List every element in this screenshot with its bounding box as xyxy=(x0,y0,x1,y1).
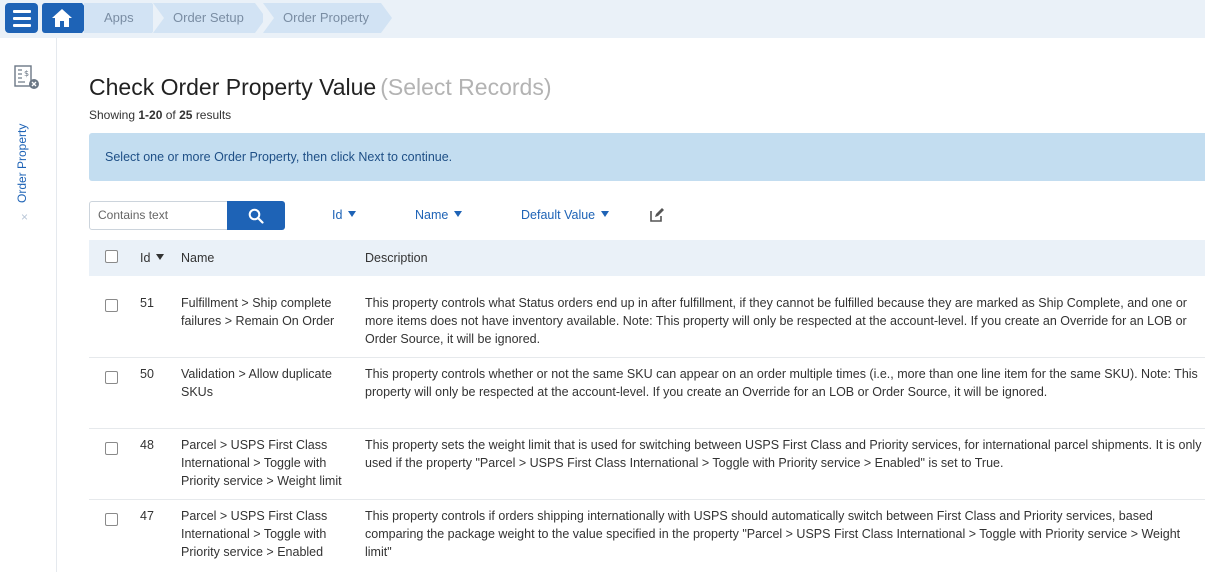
close-icon[interactable]: × xyxy=(21,210,28,224)
row-description: This property controls what Status order… xyxy=(365,296,1187,346)
showing-total: 25 xyxy=(179,108,193,122)
column-header-label: Id xyxy=(140,251,151,265)
breadcrumb-label: Apps xyxy=(104,10,134,25)
home-icon[interactable] xyxy=(42,3,82,33)
breadcrumb-label: Order Setup xyxy=(173,10,244,25)
showing-of: of xyxy=(165,108,176,122)
page-subtitle: (Select Records) xyxy=(380,74,552,100)
row-description: This property controls if orders shippin… xyxy=(365,509,1181,559)
row-description: This property controls whether or not th… xyxy=(365,367,1198,399)
filter-default-value[interactable]: Default Value xyxy=(521,208,610,222)
breadcrumb-order-setup[interactable]: Order Setup xyxy=(153,3,266,33)
breadcrumb-order-property[interactable]: Order Property xyxy=(263,3,392,33)
sidebar-label[interactable]: Order Property xyxy=(15,124,29,203)
showing-suffix: results xyxy=(195,108,232,122)
column-header-name[interactable]: Name xyxy=(181,251,214,265)
filter-id[interactable]: Id xyxy=(332,208,357,222)
chevron-down-icon xyxy=(601,211,610,217)
row-id: 48 xyxy=(140,438,154,452)
filter-label: Id xyxy=(332,208,343,222)
menu-icon[interactable] xyxy=(5,3,38,33)
row-checkbox[interactable] xyxy=(105,442,118,455)
page-title-text: Check Order Property Value xyxy=(89,74,377,100)
search-icon xyxy=(248,208,264,224)
showing-range: 1-20 xyxy=(138,108,163,122)
sort-down-icon xyxy=(156,254,165,260)
order-property-icon[interactable]: $ xyxy=(13,64,41,92)
table-row[interactable]: 51 Fulfillment > Ship complete failures … xyxy=(89,286,1205,358)
table-row[interactable]: 50 Validation > Allow duplicate SKUs Thi… xyxy=(89,358,1205,429)
search-button[interactable] xyxy=(227,201,285,230)
row-id: 47 xyxy=(140,509,154,523)
sidebar: $ Order Property × xyxy=(0,38,57,572)
filter-label: Name xyxy=(415,208,449,222)
row-name: Parcel > USPS First Class International … xyxy=(181,438,342,488)
table-row[interactable]: 47 Parcel > USPS First Class Internation… xyxy=(89,500,1205,572)
row-description: This property sets the weight limit that… xyxy=(365,438,1202,470)
column-header-description[interactable]: Description xyxy=(365,251,428,265)
chevron-down-icon xyxy=(348,211,357,217)
search-input[interactable]: Contains text xyxy=(89,201,229,230)
filter-label: Default Value xyxy=(521,208,596,222)
chevron-down-icon xyxy=(454,211,463,217)
showing-prefix: Showing xyxy=(89,108,136,122)
page-title: Check Order Property Value (Select Record… xyxy=(89,74,551,101)
breadcrumb-apps[interactable]: Apps xyxy=(84,3,163,33)
results-summary: Showing 1-20 of 25 results xyxy=(89,108,231,122)
select-all-checkbox[interactable] xyxy=(105,250,118,263)
table-row[interactable]: 48 Parcel > USPS First Class Internation… xyxy=(89,429,1205,500)
edit-columns-icon[interactable] xyxy=(649,207,665,223)
row-id: 51 xyxy=(140,296,154,310)
row-checkbox[interactable] xyxy=(105,299,118,312)
row-name: Validation > Allow duplicate SKUs xyxy=(181,367,332,399)
breadcrumb-label: Order Property xyxy=(283,10,369,25)
row-name: Parcel > USPS First Class International … xyxy=(181,509,328,559)
svg-text:$: $ xyxy=(24,69,29,78)
row-checkbox[interactable] xyxy=(105,513,118,526)
row-checkbox[interactable] xyxy=(105,371,118,384)
row-id: 50 xyxy=(140,367,154,381)
top-bar: Apps Order Setup Order Property xyxy=(0,0,1205,38)
filter-name[interactable]: Name xyxy=(415,208,463,222)
row-name: Fulfillment > Ship complete failures > R… xyxy=(181,296,335,328)
table-header: Id Name Description xyxy=(89,240,1205,276)
column-header-id[interactable]: Id xyxy=(140,251,165,265)
instruction-banner: Select one or more Order Property, then … xyxy=(89,133,1205,181)
